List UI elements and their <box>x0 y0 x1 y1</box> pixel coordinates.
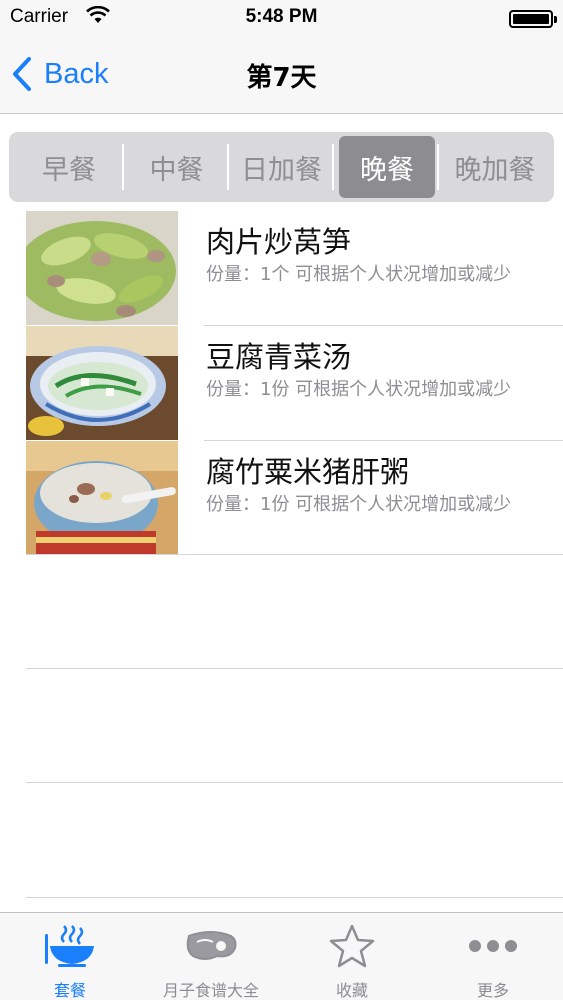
tab-favorites[interactable]: 收藏 <box>282 913 422 1000</box>
meal-row[interactable]: 豆腐青菜汤 份量：1份 可根据个人状况增加或减少 <box>26 326 563 440</box>
page-title: 第7天 <box>246 63 317 93</box>
meal-portion: 份量：1份 可根据个人状况增加或减少 <box>206 494 512 515</box>
meal-portion: 份量：1个 可根据个人状况增加或减少 <box>206 264 512 285</box>
tab-label: 月子食谱大全 <box>162 981 259 1000</box>
tab-more[interactable]: 更多 <box>423 913 563 1000</box>
meal-bowl-icon <box>0 923 140 969</box>
segment-dinner[interactable]: 晚餐 <box>339 136 435 198</box>
tab-meals[interactable]: 套餐 <box>0 913 140 1000</box>
navigation-bar: Back 第7天 <box>0 36 563 114</box>
meal-segmented-control: 早餐 中餐 日加餐 晚餐 晚加餐 <box>9 132 554 202</box>
meal-name: 腐竹粟米猪肝粥 <box>206 455 410 489</box>
tab-label: 收藏 <box>335 981 368 1000</box>
battery-level <box>513 14 549 24</box>
meal-portion: 份量：1份 可根据个人状况增加或减少 <box>206 379 512 400</box>
meal-name: 豆腐青菜汤 <box>206 340 352 374</box>
meal-name: 肉片炒莴笋 <box>206 225 352 259</box>
star-icon <box>282 923 422 969</box>
meal-thumbnail <box>26 211 178 325</box>
status-time: 5:48 PM <box>245 6 318 27</box>
meal-thumbnail <box>26 326 178 440</box>
segment-night-snack[interactable]: 晚加餐 <box>439 132 551 202</box>
battery-icon <box>509 10 557 28</box>
segment-breakfast[interactable]: 早餐 <box>14 132 124 202</box>
status-bar: Carrier 5:48 PM <box>0 0 563 36</box>
meal-thumbnail <box>26 441 178 555</box>
more-dots-icon <box>423 923 563 969</box>
tab-bar: 套餐 月子食谱大全 收藏 更多 <box>0 912 563 1000</box>
tab-label: 套餐 <box>53 981 86 1000</box>
meat-icon <box>141 923 281 969</box>
segment-day-snack[interactable]: 日加餐 <box>229 132 334 202</box>
tab-label: 更多 <box>476 981 509 1000</box>
meal-row[interactable]: 肉片炒莴笋 份量：1个 可根据个人状况增加或减少 <box>26 211 563 325</box>
meal-row[interactable]: 腐竹粟米猪肝粥 份量：1份 可根据个人状况增加或减少 <box>26 441 563 555</box>
tab-recipes[interactable]: 月子食谱大全 <box>141 913 281 1000</box>
segment-lunch[interactable]: 中餐 <box>124 132 229 202</box>
